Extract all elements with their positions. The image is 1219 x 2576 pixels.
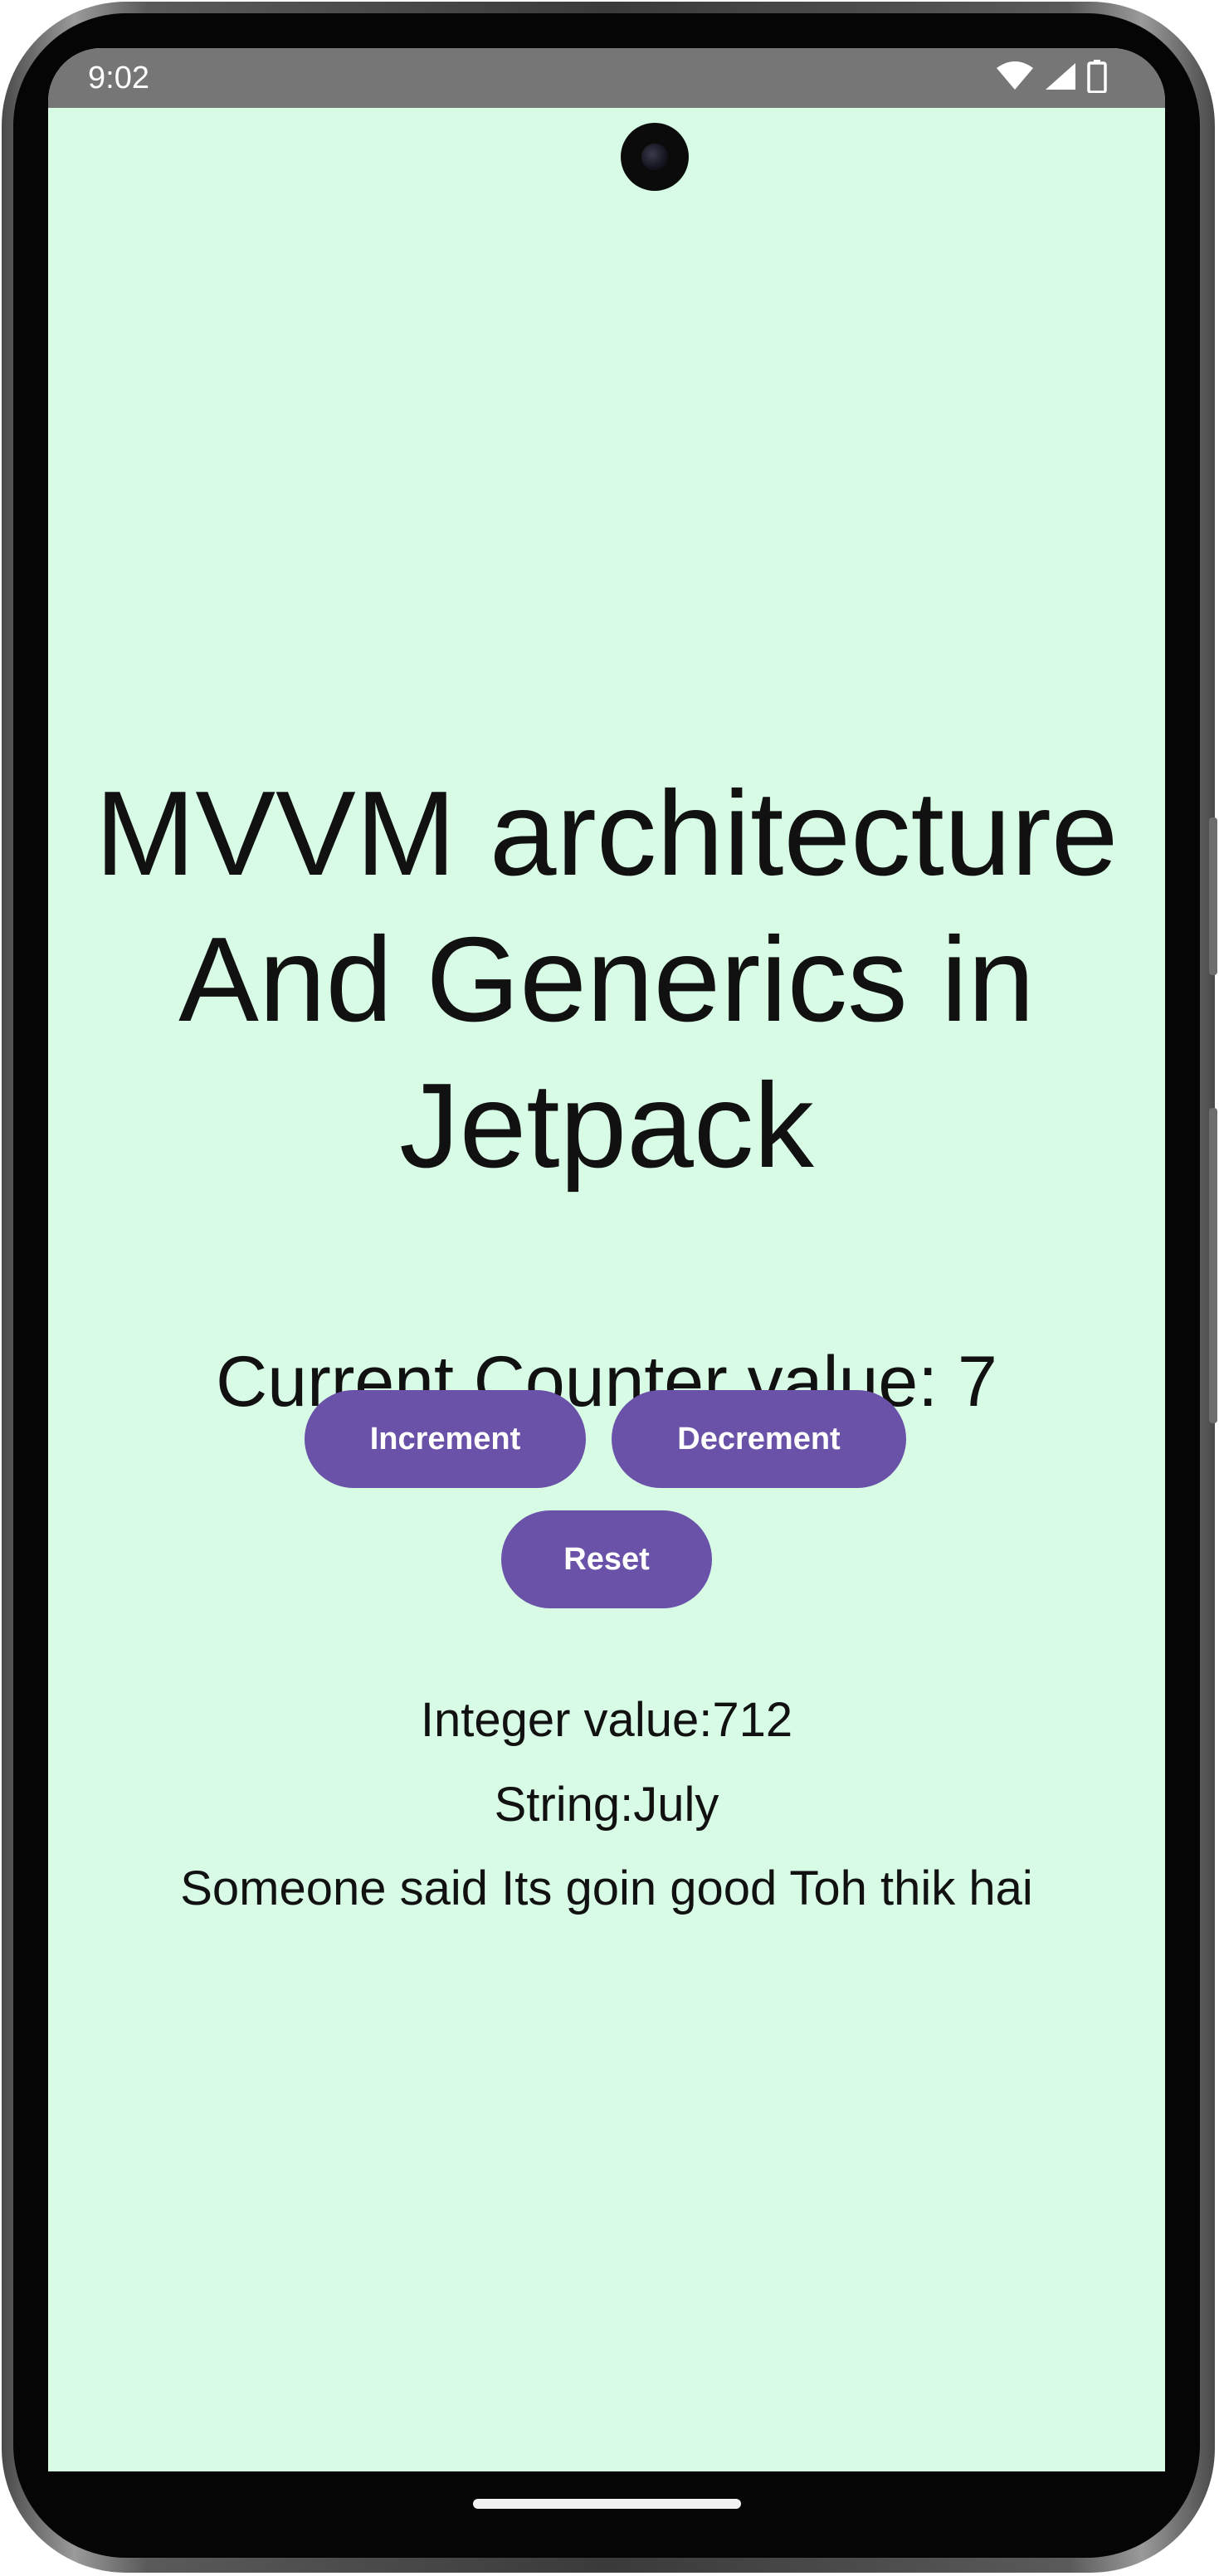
home-indicator[interactable] [473,2499,741,2509]
status-bar: 9:02 [48,48,1165,108]
status-time: 9:02 [88,61,149,95]
page-title: MVVM architecture And Generics in Jetpac… [95,766,1119,1193]
signal-icon [1044,61,1077,95]
app-screen: 9:02 MVVM architecture And Generics in J… [48,48,1165,2473]
string-value-text: String:July [494,1778,719,1832]
phone-device: 9:02 MVVM architecture And Generics in J… [0,0,1219,2576]
reset-button[interactable]: Reset [501,1510,712,1608]
front-camera [621,123,689,191]
integer-value-text: Integer value:712 [420,1693,793,1747]
quote-text: Someone said Its goin good Toh thik hai [180,1861,1033,1915]
battery-icon [1087,59,1107,97]
decrement-button[interactable]: Decrement [612,1390,906,1488]
increment-button[interactable]: Increment [305,1390,586,1488]
bottom-bezel [48,2471,1165,2521]
power-button [1209,1108,1217,1423]
volume-button [1209,817,1217,975]
counter-value-text: Current Counter value: 7 [216,1342,997,1422]
status-icons [996,59,1107,97]
wifi-icon [996,61,1034,95]
